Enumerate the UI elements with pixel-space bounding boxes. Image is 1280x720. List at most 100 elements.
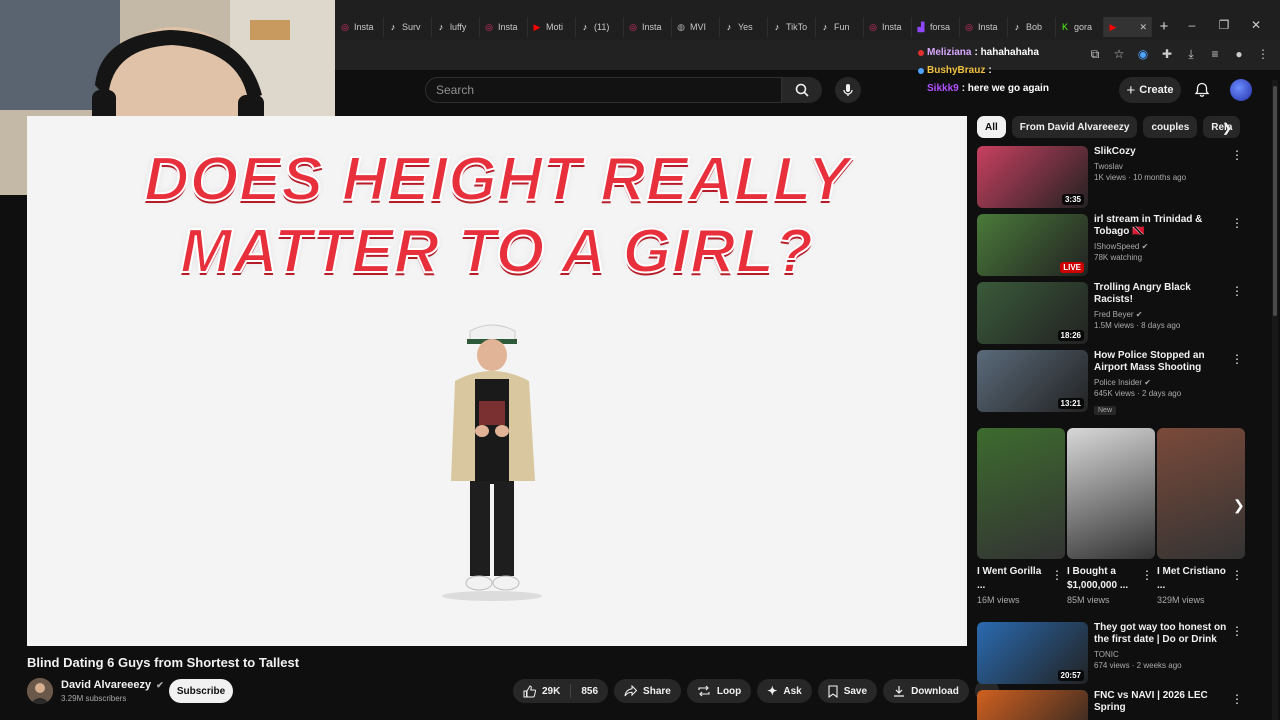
microphone-icon bbox=[843, 84, 853, 96]
video-title: Blind Dating 6 Guys from Shortest to Tal… bbox=[27, 655, 300, 670]
share-icon bbox=[624, 685, 638, 697]
short-thumbnail[interactable] bbox=[977, 428, 1065, 559]
video-thumbnail[interactable]: 3:35 bbox=[977, 146, 1088, 208]
short-thumbnail[interactable] bbox=[1067, 428, 1155, 559]
bookmark-star-icon[interactable]: ☆ bbox=[1112, 47, 1126, 61]
comments-count-button[interactable]: 856 bbox=[571, 679, 608, 703]
downloads-icon[interactable]: ⤓ bbox=[1184, 47, 1198, 61]
browser-tab[interactable]: ◎ Insta bbox=[864, 17, 912, 37]
install-app-icon[interactable]: ⧉ bbox=[1088, 47, 1102, 61]
more-options-icon[interactable]: ⋮ bbox=[1141, 568, 1153, 582]
voice-search-button[interactable] bbox=[835, 77, 861, 103]
recommendation-title: They got way too honest on the first dat… bbox=[1094, 622, 1227, 645]
recommendation-item[interactable]: 20:57 They got way too honest on the firs… bbox=[977, 622, 1249, 684]
recommendation-item[interactable]: 3:35 SlikCozy Twoslav 1K views · 10 months … bbox=[977, 146, 1249, 208]
short-title: I Met Cristiano ... bbox=[1157, 566, 1226, 591]
more-options-icon[interactable]: ⋮ bbox=[1231, 568, 1243, 582]
browser-tab[interactable]: Kgora bbox=[1056, 17, 1104, 37]
more-options-icon[interactable]: ⋮ bbox=[1231, 216, 1243, 230]
video-player[interactable]: DOES HEIGHT REALLY MATTER TO A GIRL? bbox=[27, 116, 967, 646]
new-badge: New bbox=[1094, 406, 1117, 415]
more-options-icon[interactable]: ⋮ bbox=[1231, 624, 1243, 638]
page-scrollbar[interactable] bbox=[1272, 80, 1278, 720]
browser-menu-icon[interactable]: ⋮ bbox=[1256, 47, 1270, 61]
chat-badge-icon bbox=[918, 68, 924, 74]
maximize-button[interactable]: ❐ bbox=[1208, 18, 1240, 32]
browser-tab[interactable]: ◎ Insta bbox=[480, 17, 528, 37]
account-avatar[interactable] bbox=[1230, 79, 1252, 101]
video-thumbnail[interactable]: 13:21 bbox=[977, 350, 1088, 412]
browser-tab[interactable]: ▟ forsa bbox=[912, 17, 960, 37]
channel-avatar[interactable] bbox=[27, 678, 53, 704]
tab-close-icon[interactable]: ✕ bbox=[1139, 22, 1147, 33]
save-button[interactable]: Save bbox=[817, 679, 878, 703]
browser-tab-label: Surv bbox=[402, 22, 421, 32]
browser-tab[interactable]: ♪ (11) bbox=[576, 17, 624, 37]
recommendation-meta: 1K views · 10 months ago bbox=[1094, 173, 1187, 182]
more-options-icon[interactable]: ⋮ bbox=[1231, 148, 1243, 162]
create-button[interactable]: + Create bbox=[1119, 77, 1181, 103]
extensions-puzzle-icon[interactable]: ✚ bbox=[1160, 47, 1174, 61]
browser-tab[interactable]: ♪ Yes bbox=[720, 17, 768, 37]
browser-tab[interactable]: ▶ ✕ bbox=[1104, 17, 1152, 37]
filter-chip[interactable]: From David Alvareeezy bbox=[1011, 116, 1138, 138]
channel-name-text: David Alvareeezy bbox=[61, 679, 152, 691]
search-input[interactable] bbox=[426, 78, 781, 102]
browser-tab[interactable]: ◎ Insta bbox=[624, 17, 672, 37]
browser-tab-label: Moti bbox=[546, 22, 564, 32]
more-options-icon[interactable]: ⋮ bbox=[1231, 692, 1243, 706]
chips-next-arrow-icon[interactable]: ❯ bbox=[1222, 121, 1236, 135]
close-window-button[interactable]: ✕ bbox=[1240, 18, 1272, 32]
browser-tab[interactable]: ♪ Surv bbox=[384, 17, 432, 37]
like-dislike-group: 29K 856 bbox=[513, 679, 609, 703]
video-actions: 29K 856 Share Loop ✦ Ask Save Download bbox=[513, 679, 999, 703]
subscribe-button[interactable]: Subscribe bbox=[169, 679, 233, 703]
short-item[interactable]: I Met Cristiano ... 329M views ⋮ bbox=[1157, 428, 1245, 605]
browser-tab[interactable]: ♪ TikTo bbox=[768, 17, 816, 37]
more-options-icon[interactable]: ⋮ bbox=[1231, 284, 1243, 298]
video-thumbnail[interactable]: 18:26 bbox=[977, 282, 1088, 344]
short-item[interactable]: I Bought a $1,000,000 ... 85M views ⋮ bbox=[1067, 428, 1155, 605]
minimize-button[interactable]: – bbox=[1176, 18, 1208, 32]
ask-button[interactable]: ✦ Ask bbox=[757, 679, 812, 703]
download-button[interactable]: Download bbox=[883, 679, 969, 703]
recommendation-item[interactable]: FNC vs NAVI | 2026 LEC Spring ⋮ bbox=[977, 690, 1249, 720]
browser-tab[interactable]: ◎ Insta bbox=[336, 17, 384, 37]
short-thumbnail[interactable] bbox=[1157, 428, 1245, 559]
channel-name-text: IShowSpeed bbox=[1094, 242, 1140, 251]
new-tab-button[interactable]: + bbox=[1152, 17, 1176, 37]
video-thumbnail[interactable]: 20:57 bbox=[977, 622, 1088, 684]
browser-tab[interactable]: ♪ Bob bbox=[1008, 17, 1056, 37]
extension-blue-icon[interactable]: ◉ bbox=[1136, 47, 1150, 61]
recommendation-item[interactable]: 13:21 How Police Stopped an Airport Mass … bbox=[977, 350, 1249, 415]
recommendation-meta: 645K views · 2 days ago bbox=[1094, 389, 1182, 398]
video-thumbnail[interactable]: LIVE bbox=[977, 214, 1088, 276]
video-person-figure bbox=[442, 324, 542, 601]
recommendation-item[interactable]: LIVE irl stream in Trinidad & Tobago 🇹🇹 IS… bbox=[977, 214, 1249, 276]
browser-tab[interactable]: ♪ Fun bbox=[816, 17, 864, 37]
channel-name[interactable]: David Alvareeezy ✔ bbox=[61, 679, 164, 691]
loop-button[interactable]: Loop bbox=[686, 679, 752, 703]
channel-name-text: Police Insider bbox=[1094, 378, 1143, 387]
filter-chip[interactable]: couples bbox=[1143, 116, 1198, 138]
shorts-next-arrow-icon[interactable]: ❯ bbox=[1233, 497, 1245, 514]
subscriber-count: 3.29M subscribers bbox=[61, 694, 127, 703]
more-options-icon[interactable]: ⋮ bbox=[1051, 568, 1063, 582]
browser-tab[interactable]: ♪ luffy bbox=[432, 17, 480, 37]
browser-tab[interactable]: ◍ MVI bbox=[672, 17, 720, 37]
profile-icon[interactable]: ● bbox=[1232, 47, 1246, 61]
recommendation-item[interactable]: 18:26 Trolling Angry Black Racists! Fred B… bbox=[977, 282, 1249, 344]
short-item[interactable]: I Went Gorilla ... 16M views ⋮ bbox=[977, 428, 1065, 605]
video-thumbnail[interactable] bbox=[977, 690, 1088, 720]
media-controls-icon[interactable]: ≡ bbox=[1208, 47, 1222, 61]
filter-chip[interactable]: All bbox=[977, 116, 1006, 138]
browser-tab[interactable]: ◎ Insta bbox=[960, 17, 1008, 37]
search-button[interactable] bbox=[782, 77, 822, 103]
browser-tab[interactable]: ▶ Moti bbox=[528, 17, 576, 37]
chat-message: Meliziana: hahahahaha bbox=[918, 44, 1049, 62]
youtube-icon: ▶ bbox=[1109, 22, 1117, 32]
like-button[interactable]: 29K bbox=[513, 679, 570, 703]
share-button[interactable]: Share bbox=[614, 679, 681, 703]
more-options-icon[interactable]: ⋮ bbox=[1231, 352, 1243, 366]
notifications-bell-icon[interactable] bbox=[1194, 82, 1210, 98]
